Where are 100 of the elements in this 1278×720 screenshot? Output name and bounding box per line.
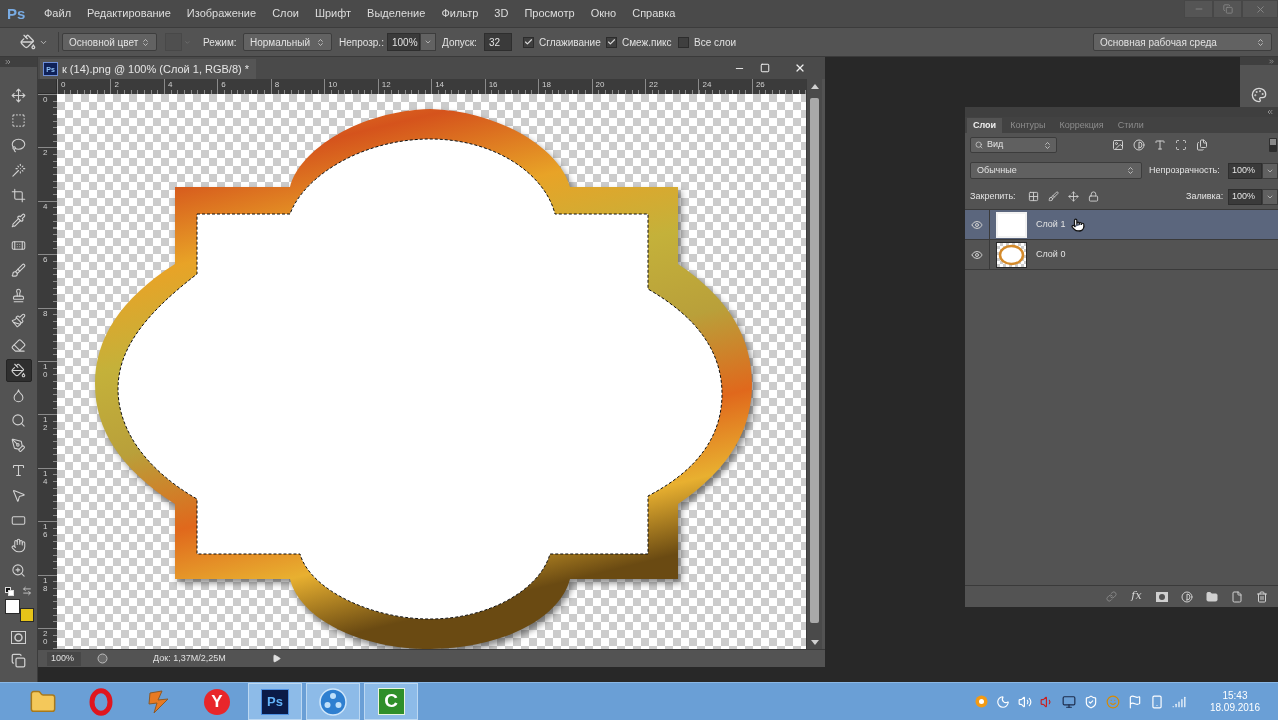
menu-item[interactable]: Фильтр — [433, 0, 487, 27]
ruler-number: 0 — [61, 80, 66, 90]
menu-item[interactable]: Слои — [264, 0, 307, 27]
menu-item[interactable]: Файл — [36, 0, 80, 27]
fill-field[interactable]: 100% — [1228, 188, 1262, 205]
checkbox-label: Все слои — [694, 35, 737, 50]
layer-effects-button[interactable]: fx — [1124, 588, 1149, 605]
taskbar-app-button[interactable]: Ps — [248, 683, 302, 720]
paint-bucket-icon — [11, 363, 26, 378]
tolerance-label: Допуск: — [442, 35, 478, 50]
ruler-number: 14 — [435, 80, 445, 90]
menu-item[interactable]: Шрифт — [306, 0, 360, 27]
search-icon — [975, 141, 983, 149]
shield-icon[interactable] — [1083, 694, 1098, 709]
filter-dropdown[interactable]: Вид — [970, 137, 1057, 153]
updown-chevrons-icon — [316, 37, 325, 47]
toggle-icon[interactable] — [1269, 138, 1277, 152]
opacity-field[interactable]: 100% — [387, 33, 420, 51]
small-squares-icon[interactable] — [5, 586, 14, 596]
updown-chevrons-icon — [1043, 140, 1052, 150]
image-icon[interactable] — [1112, 139, 1124, 151]
checkbox[interactable] — [678, 36, 689, 48]
document-title: к (14).png @ 100% (Слой 1, RGB/8) * — [62, 61, 250, 77]
hand-pointer-icon — [1071, 218, 1085, 232]
eye-icon[interactable] — [971, 248, 983, 261]
ruler-number: 10 — [43, 362, 49, 379]
menu-item[interactable]: Редактирование — [79, 0, 179, 27]
vertical-scrollbar[interactable] — [806, 79, 822, 649]
taskbar-app-button[interactable] — [306, 683, 360, 720]
ruler-number: 24 — [702, 80, 712, 90]
signal-bars-icon[interactable] — [1171, 694, 1186, 709]
magnifier-icon — [11, 413, 26, 428]
ruler-number: 8 — [43, 309, 49, 318]
brush-icon[interactable] — [1048, 191, 1059, 202]
dashed-square-icon — [11, 113, 26, 128]
blend-mode-dropdown[interactable]: Обычные — [970, 162, 1142, 179]
type-icon[interactable] — [1154, 139, 1166, 151]
monitor-icon[interactable] — [1061, 694, 1076, 709]
swap-arrows-icon[interactable] — [22, 586, 32, 596]
opacity-label: Непрозр.: — [339, 35, 385, 50]
menu-item[interactable]: 3D — [486, 0, 517, 27]
opacity-slider-button[interactable] — [420, 33, 436, 51]
taskbar-app-button[interactable]: C — [364, 683, 418, 720]
double-chevron-icon[interactable] — [1266, 108, 1274, 116]
circle-dot-icon[interactable] — [974, 695, 988, 708]
documents-icon[interactable] — [1196, 139, 1208, 151]
opacity-label: Непрозрачность: — [1149, 163, 1221, 177]
panel-tab[interactable]: Слои — [967, 118, 1003, 133]
clock-date: 18.09.2016 — [1209, 701, 1260, 714]
ruler-number: 26 — [755, 80, 765, 90]
half-circle-icon[interactable] — [1133, 139, 1145, 151]
play-triangle-icon[interactable] — [271, 654, 281, 663]
move-arrows-icon[interactable] — [1068, 191, 1079, 202]
lock-icon[interactable] — [1088, 191, 1099, 202]
workspace-dropdown[interactable]: Основная рабочая среда — [1093, 33, 1272, 51]
mode-dropdown[interactable]: Нормальный — [243, 33, 332, 51]
crescent-icon[interactable] — [995, 694, 1010, 709]
menu-item[interactable]: Справка — [624, 0, 684, 27]
checkbox-label: Смеж.пикс — [622, 35, 672, 50]
taskbar-app-button[interactable]: Y — [190, 683, 244, 720]
ruler-number: 20 — [43, 629, 49, 646]
opacity-slider-button[interactable] — [1262, 162, 1278, 179]
tolerance-field[interactable]: 32 — [484, 33, 512, 51]
circle-icon[interactable] — [97, 653, 108, 664]
circle-in-square-icon[interactable] — [11, 631, 26, 644]
menu-item[interactable]: Просмотр — [516, 0, 583, 27]
eye-icon[interactable] — [971, 218, 983, 231]
grid-icon[interactable] — [1028, 191, 1039, 202]
fill-source-dropdown[interactable]: Основной цвет — [62, 33, 157, 51]
trash-icon — [1255, 590, 1268, 603]
foreground-color-swatch[interactable] — [5, 599, 20, 614]
tool-button[interactable] — [5, 359, 32, 382]
ruler-number: 4 — [167, 80, 173, 90]
checkbox[interactable] — [523, 36, 534, 48]
corner-brackets-icon[interactable] — [1175, 139, 1187, 151]
double-chevron-icon[interactable] — [1268, 57, 1275, 65]
ruler-number: 16 — [488, 80, 498, 90]
ruler-number: 22 — [649, 80, 658, 90]
opacity-field[interactable]: 100% — [1228, 162, 1262, 179]
overlapping-squares-icon[interactable] — [11, 653, 26, 668]
menu-item[interactable]: Выделение — [359, 0, 434, 27]
checkbox[interactable] — [606, 36, 617, 48]
double-chevron-icon[interactable] — [4, 58, 12, 66]
background-color-swatch[interactable] — [20, 608, 34, 622]
fill-label: Заливка: — [1186, 189, 1225, 203]
circle-in-square-icon — [1155, 591, 1168, 602]
fill-slider-button[interactable] — [1262, 188, 1278, 205]
zoom-field[interactable]: 100% — [47, 651, 81, 666]
updown-chevrons-icon — [1126, 166, 1135, 175]
layer-row[interactable]: Слой 0 — [965, 240, 1278, 270]
speaker-icon[interactable] — [1017, 694, 1032, 709]
restore-button[interactable] — [1213, 0, 1242, 18]
ruler-number: 18 — [542, 80, 551, 90]
menu-item[interactable]: Изображение — [178, 0, 265, 27]
menu-item[interactable]: Окно — [582, 0, 625, 27]
close-icon — [1254, 3, 1266, 15]
layer-row[interactable]: Слой 1 — [965, 210, 1278, 240]
phone-icon[interactable] — [1149, 694, 1164, 709]
flag-icon[interactable] — [1127, 694, 1142, 709]
palette-icon[interactable] — [1251, 87, 1267, 103]
